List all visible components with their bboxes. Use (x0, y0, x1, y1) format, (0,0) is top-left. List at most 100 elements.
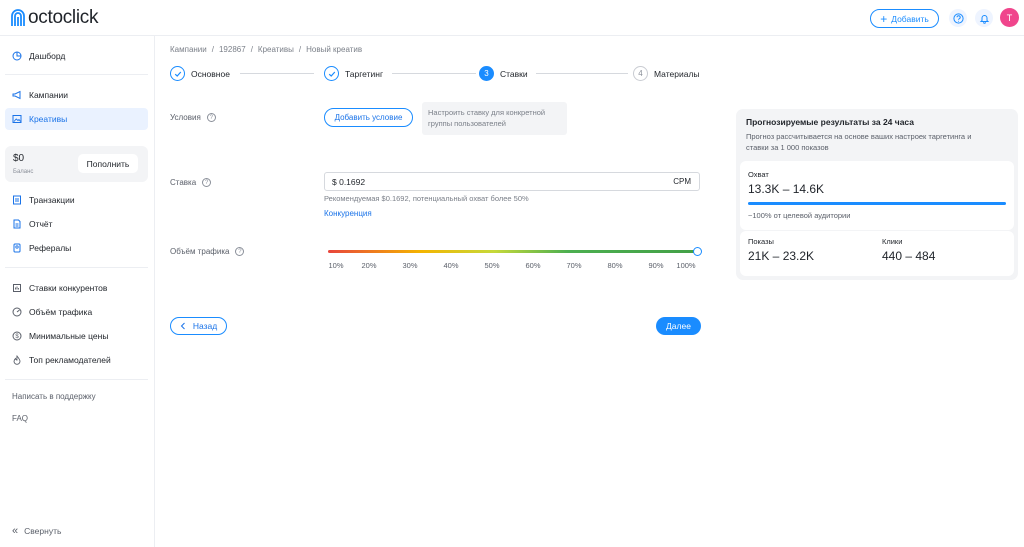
impressions-value: 21K – 23.2K (748, 249, 815, 263)
bid-label: Ставка (170, 178, 197, 187)
breadcrumb-creatives[interactable]: Креативы (258, 45, 294, 54)
breadcrumb-current: Новый креатив (306, 45, 363, 54)
reach-note: ~100% от целевой аудитории (748, 211, 851, 220)
forecast-title: Прогнозируемые результаты за 24 часа (746, 117, 914, 127)
reach-card: Охват 13.3K – 14.6K ~100% от целевой ауд… (740, 161, 1014, 230)
sidebar-item-label: Кампании (29, 90, 69, 100)
step-number: 3 (479, 66, 494, 81)
logo[interactable]: octoclick (10, 7, 98, 29)
sidebar-item-top-advertisers[interactable]: Топ рекламодателей (5, 349, 148, 371)
add-button[interactable]: + Добавить (870, 9, 939, 28)
clicks-value: 440 – 484 (882, 249, 936, 263)
breadcrumb-separator: / (298, 45, 302, 54)
step-label: Материалы (654, 68, 700, 79)
help-button[interactable] (949, 9, 967, 27)
collapse-button[interactable]: « Свернуть (12, 525, 61, 537)
chevron-left-icon (180, 322, 185, 330)
question-icon[interactable]: ? (235, 247, 245, 256)
traffic-slider-track[interactable] (328, 250, 697, 253)
slider-tick: 50% (484, 261, 500, 270)
question-icon[interactable]: ? (206, 113, 216, 122)
avatar[interactable]: T (1000, 8, 1019, 27)
breadcrumb-campaigns[interactable]: Кампании (170, 45, 207, 54)
megaphone-icon (12, 90, 21, 100)
sidebar-item-referrals[interactable]: Рефералы (5, 237, 148, 259)
traffic-label: Объём трафика (170, 247, 230, 256)
plus-icon: + (880, 11, 888, 26)
slider-tick: 70% (566, 261, 582, 270)
balance-amount: $0 (13, 153, 25, 164)
sidebar: Дашборд Кампании Креативы $0 Баланс Попо… (0, 36, 155, 547)
double-chevron-left-icon: « (12, 525, 19, 537)
step-bids[interactable]: 3 Ставки (479, 66, 528, 81)
breadcrumb: Кампании / 192867 / Креативы / Новый кре… (170, 45, 362, 54)
notifications-button[interactable] (975, 9, 993, 27)
clicks-label: Клики (882, 237, 903, 246)
bid-recommendation: Рекомендуемая $0.1692, потенциальный охв… (324, 194, 529, 203)
next-button[interactable]: Далее (656, 317, 701, 335)
competition-link[interactable]: Конкуренция (324, 209, 372, 218)
transactions-icon (13, 195, 21, 205)
sidebar-item-minimum-prices[interactable]: $ Минимальные цены (5, 325, 148, 347)
slider-tick: 100% (676, 261, 696, 270)
sidebar-item-transactions[interactable]: Транзакции (5, 189, 148, 211)
reach-progress-bar (748, 202, 1006, 205)
step-label: Основное (191, 68, 230, 79)
sidebar-item-dashboard[interactable]: Дашборд (5, 45, 148, 67)
sidebar-item-creatives[interactable]: Креативы (5, 108, 148, 130)
step-label: Таргетинг (345, 68, 384, 79)
sidebar-item-traffic-volume[interactable]: Объём трафика (5, 301, 148, 323)
traffic-label-row: Объём трафика ? (170, 247, 245, 256)
faq-link[interactable]: FAQ (12, 414, 28, 423)
sidebar-item-report[interactable]: Отчёт (5, 213, 148, 235)
add-button-label: Добавить (891, 13, 929, 24)
balance-card: $0 Баланс Пополнить (5, 146, 148, 182)
bell-icon (979, 14, 989, 24)
image-icon (12, 115, 22, 123)
sidebar-item-label: Объём трафика (29, 307, 93, 317)
conditions-label-row: Условия ? (170, 113, 216, 122)
slider-tick: 80% (607, 261, 623, 270)
slider-tick: 90% (648, 261, 664, 270)
slider-tick: 20% (361, 261, 377, 270)
breadcrumb-separator: / (250, 45, 253, 54)
slider-tick: 60% (525, 261, 541, 270)
step-label: Ставки (500, 68, 528, 79)
breadcrumb-separator: / (211, 45, 214, 54)
competitor-bids-icon (13, 284, 21, 292)
reach-value: 13.3K – 14.6K (748, 182, 825, 196)
dashboard-icon (12, 51, 22, 61)
bid-input[interactable]: $ 0.1692 CPM (324, 172, 700, 191)
step-connector (392, 73, 476, 74)
bid-unit: CPM (673, 177, 691, 186)
report-icon (13, 219, 21, 229)
traffic-slider-thumb[interactable] (693, 247, 702, 256)
sidebar-item-competitor-bids[interactable]: Ставки конкурентов (5, 277, 148, 299)
forecast-panel: Прогнозируемые результаты за 24 часа Про… (736, 109, 1018, 280)
sidebar-item-label: Топ рекламодателей (29, 355, 111, 365)
question-icon[interactable]: ? (202, 178, 212, 187)
back-button[interactable]: Назад (170, 317, 227, 335)
step-connector (240, 73, 314, 74)
step-targeting[interactable]: Таргетинг (324, 66, 383, 81)
stats-card: Показы 21K – 23.2K Клики 440 – 484 (740, 231, 1014, 276)
balance-label: Баланс (13, 169, 34, 175)
add-condition-button[interactable]: Добавить условие (324, 108, 413, 127)
back-label: Назад (192, 321, 218, 331)
step-materials[interactable]: 4 Материалы (633, 66, 700, 81)
referrals-icon (13, 243, 21, 253)
step-basic[interactable]: Основное (170, 66, 230, 81)
divider (5, 74, 148, 75)
sidebar-item-label: Креативы (29, 114, 68, 124)
logo-text: octoclick (28, 7, 99, 28)
breadcrumb-campaign-id[interactable]: 192867 (219, 45, 246, 54)
divider (5, 379, 148, 380)
collapse-label: Свернуть (24, 526, 62, 536)
support-link[interactable]: Написать в поддержку (12, 392, 96, 401)
sidebar-item-label: Минимальные цены (29, 331, 109, 341)
sidebar-item-campaigns[interactable]: Кампании (5, 84, 148, 106)
sidebar-item-label: Ставки конкурентов (29, 283, 108, 293)
step-number: 4 (633, 66, 648, 81)
sidebar-item-label: Рефералы (29, 243, 72, 253)
topup-button[interactable]: Пополнить (78, 154, 138, 173)
